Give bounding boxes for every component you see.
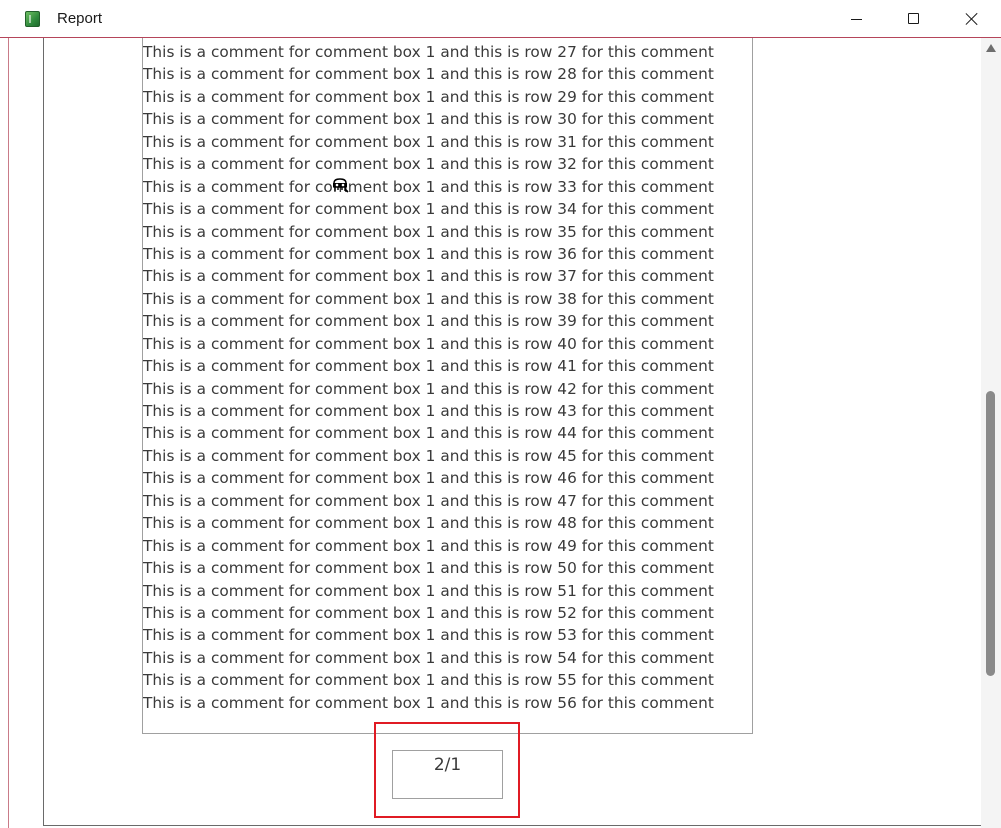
minimize-icon — [851, 19, 862, 20]
comment-line: This is a comment for comment box 1 and … — [143, 469, 714, 488]
comment-lines: This is a comment for comment box 1 and … — [143, 41, 714, 714]
comment-line: This is a comment for comment box 1 and … — [143, 65, 714, 84]
comment-line: This is a comment for comment box 1 and … — [143, 244, 714, 263]
maximize-icon — [908, 13, 919, 24]
comment-line: This is a comment for comment box 1 and … — [143, 312, 714, 331]
comment-line: This is a comment for comment box 1 and … — [143, 43, 714, 61]
comment-line: This is a comment for comment box 1 and … — [143, 581, 714, 600]
comment-line: This is a comment for comment box 1 and … — [143, 222, 714, 241]
minimize-button[interactable] — [827, 0, 885, 37]
comment-line: This is a comment for comment box 1 and … — [143, 693, 714, 712]
comment-line: This is a comment for comment box 1 and … — [143, 424, 714, 443]
comment-line: This is a comment for comment box 1 and … — [143, 446, 714, 465]
comment-box: This is a comment for comment box 1 and … — [142, 38, 753, 734]
busy-cursor-icon — [333, 178, 349, 193]
comment-line: This is a comment for comment box 1 and … — [143, 289, 714, 308]
comment-line: This is a comment for comment box 1 and … — [143, 155, 714, 174]
comment-line: This is a comment for comment box 1 and … — [143, 648, 714, 667]
comment-line: This is a comment for comment box 1 and … — [143, 603, 714, 622]
comment-line: This is a comment for comment box 1 and … — [143, 357, 714, 376]
close-button[interactable] — [943, 0, 1001, 37]
maximize-button[interactable] — [885, 0, 943, 37]
comment-line: This is a comment for comment box 1 and … — [143, 110, 714, 129]
window-left-border — [8, 38, 9, 828]
comment-line: This is a comment for comment box 1 and … — [143, 200, 714, 219]
comment-line: This is a comment for comment box 1 and … — [143, 132, 714, 151]
comment-line: This is a comment for comment box 1 and … — [143, 334, 714, 353]
close-icon — [965, 12, 979, 26]
comment-line: This is a comment for comment box 1 and … — [143, 402, 714, 420]
window-title: Report — [57, 10, 103, 27]
comment-line: This is a comment for comment box 1 and … — [143, 671, 714, 690]
comment-line: This is a comment for comment box 1 and … — [143, 267, 714, 286]
scroll-thumb[interactable] — [986, 391, 995, 676]
comment-line: This is a comment for comment box 1 and … — [143, 536, 714, 555]
comment-line: This is a comment for comment box 1 and … — [143, 626, 714, 645]
comment-line: This is a comment for comment box 1 and … — [143, 379, 714, 398]
scroll-up-arrow-icon[interactable] — [986, 44, 996, 52]
title-bar[interactable]: Report — [0, 0, 1001, 38]
comment-line: This is a comment for comment box 1 and … — [143, 177, 714, 196]
comment-line: This is a comment for comment box 1 and … — [143, 491, 714, 510]
page-number-highlight — [374, 722, 520, 818]
access-report-icon — [25, 11, 40, 27]
vertical-scrollbar[interactable] — [981, 38, 1001, 828]
comment-line: This is a comment for comment box 1 and … — [143, 559, 714, 578]
comment-line: This is a comment for comment box 1 and … — [143, 87, 714, 106]
report-window: Report This is a comment for comment box… — [0, 0, 1001, 828]
comment-line: This is a comment for comment box 1 and … — [143, 514, 714, 533]
